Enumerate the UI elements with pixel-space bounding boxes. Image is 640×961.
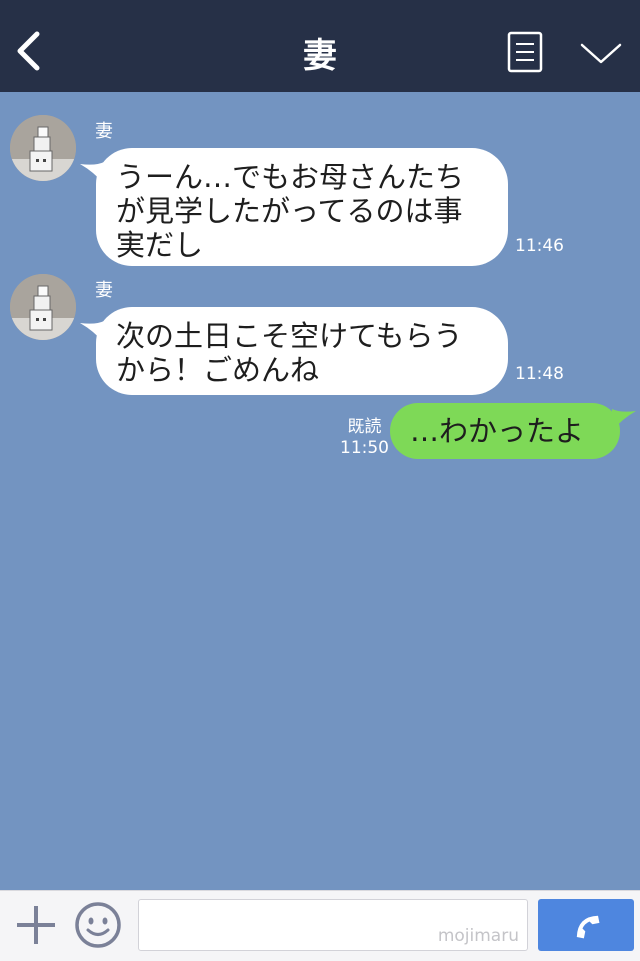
avatar-image-icon [10, 274, 76, 340]
bubble-tail [80, 321, 104, 343]
call-button[interactable] [538, 899, 634, 951]
message-time: 11:48 [515, 364, 564, 384]
emoji-button[interactable] [74, 901, 122, 949]
message-text-line: うーん…でもお母さんたち [116, 160, 465, 194]
read-receipt: 既読 11:50 [340, 417, 389, 459]
sender-name: 妻 [95, 121, 113, 142]
message-text-line: が見学したがってるのは事 [116, 194, 463, 228]
avatar[interactable] [10, 274, 76, 340]
sender-name: 妻 [95, 280, 113, 301]
chat-title: 妻 [303, 36, 337, 76]
message-bubble-incoming[interactable]: 次の土日こそ空けてもらう から！ごめんね [80, 307, 508, 395]
bubble-tail [612, 409, 636, 431]
message-text-line: 次の土日こそ空けてもらう [116, 319, 463, 353]
message-text-line: から！ごめんね [116, 353, 320, 387]
avatar-image-icon [10, 115, 76, 181]
input-bar: mojimaru [0, 890, 640, 961]
add-button[interactable] [14, 903, 58, 947]
watermark-text: mojimaru [437, 926, 519, 946]
bubble-tail [80, 162, 104, 184]
menu-list-icon [507, 31, 543, 73]
message-bubble-outgoing[interactable]: …わかったよ [390, 403, 636, 459]
message-text: …わかったよ [410, 414, 585, 448]
menu-button[interactable] [507, 31, 543, 73]
phone-icon [576, 915, 600, 939]
message-input[interactable]: mojimaru [138, 899, 528, 951]
chevron-down-icon [580, 43, 622, 64]
chat-header: 妻 [0, 0, 640, 92]
message-text-line: 実だし [116, 228, 204, 262]
message-time: 11:46 [515, 236, 564, 256]
plus-icon [17, 906, 55, 944]
avatar[interactable] [10, 115, 76, 181]
message-bubble-incoming[interactable]: うーん…でもお母さんたち が見学したがってるのは事 実だし [80, 148, 508, 266]
message-time: 11:50 [340, 438, 389, 458]
collapse-button[interactable] [578, 38, 624, 68]
read-label: 既読 [347, 417, 382, 437]
emoji-icon [75, 902, 121, 948]
